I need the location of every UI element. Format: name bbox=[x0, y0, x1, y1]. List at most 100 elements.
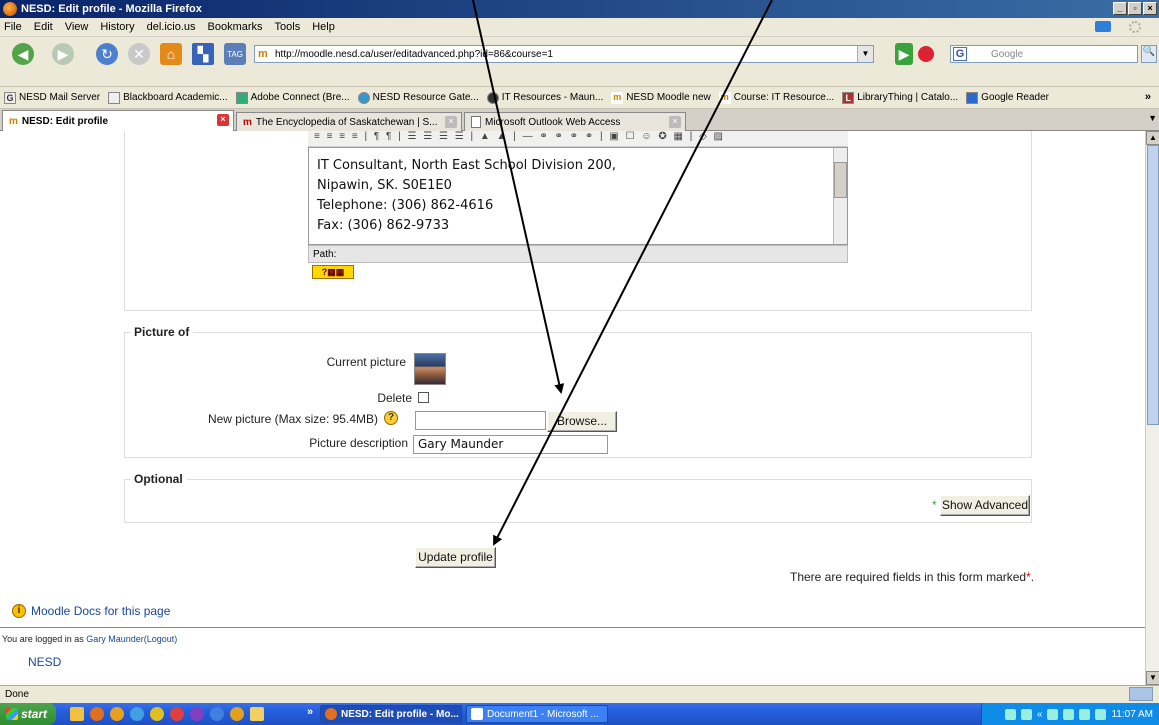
url-bar[interactable]: m http://moodle.nesd.ca/user/editadvance… bbox=[254, 45, 874, 63]
menu-history[interactable]: History bbox=[100, 21, 134, 33]
quicklaunch-app-icon[interactable] bbox=[130, 707, 144, 721]
tab-close-icon[interactable]: × bbox=[669, 116, 681, 128]
tag-icon[interactable]: TAG bbox=[224, 43, 246, 65]
quicklaunch-app-icon[interactable] bbox=[170, 707, 184, 721]
tab-edit-profile[interactable]: m NESD: Edit profile × bbox=[2, 110, 234, 131]
status-bar: Done bbox=[0, 685, 1159, 703]
scroll-thumb[interactable] bbox=[1147, 145, 1159, 425]
user-link[interactable]: Gary Maunder bbox=[86, 634, 144, 644]
bookmark-blackboard[interactable]: Blackboard Academic... bbox=[108, 91, 228, 104]
new-picture-file-input[interactable] bbox=[415, 411, 546, 430]
quicklaunch-app-icon[interactable] bbox=[210, 707, 224, 721]
quicklaunch-browser-icon[interactable] bbox=[110, 707, 124, 721]
google-icon[interactable]: G bbox=[953, 47, 967, 61]
tab-list-icon[interactable]: ▼ bbox=[1148, 113, 1157, 123]
bookmark-moodle-new[interactable]: m NESD Moodle new bbox=[611, 91, 711, 104]
taskbar-item-firefox[interactable]: NESD: Edit profile - Mo... bbox=[320, 705, 462, 723]
url-dropdown-icon[interactable]: ▼ bbox=[857, 46, 873, 62]
delete-checkbox[interactable] bbox=[418, 392, 429, 403]
editor-scroll-thumb[interactable] bbox=[834, 162, 847, 198]
stop-icon[interactable]: ✕ bbox=[128, 43, 150, 65]
minimize-button[interactable]: _ bbox=[1113, 2, 1127, 15]
search-placeholder: Google bbox=[991, 48, 1024, 60]
network-icon[interactable] bbox=[1063, 708, 1075, 720]
volume-icon[interactable] bbox=[1047, 708, 1059, 720]
maximize-button[interactable]: ▫ bbox=[1128, 2, 1142, 15]
bookmark-nesd-mail[interactable]: G NESD Mail Server bbox=[4, 91, 100, 104]
bookmark-course-it[interactable]: m Course: IT Resource... bbox=[718, 91, 834, 104]
taskbar: start » NESD: Edit profile - Mo... Docum… bbox=[0, 703, 1159, 725]
bookmarks-overflow-button[interactable]: » bbox=[1145, 91, 1151, 103]
tray-icon[interactable] bbox=[1004, 708, 1016, 720]
scroll-down-icon[interactable]: ▼ bbox=[1146, 671, 1159, 685]
quicklaunch-more-button[interactable]: » bbox=[307, 706, 313, 718]
bookmark-adobe-connect[interactable]: Adobe Connect (Bre... bbox=[235, 91, 350, 104]
quicklaunch-firefox-icon[interactable] bbox=[90, 707, 104, 721]
close-button[interactable]: × bbox=[1143, 2, 1157, 15]
clock: 11:07 AM bbox=[1111, 708, 1153, 720]
status-icon[interactable] bbox=[1129, 687, 1153, 701]
quicklaunch-app-icon[interactable] bbox=[190, 707, 204, 721]
gate-icon bbox=[357, 91, 370, 104]
description-editor[interactable]: IT Consultant, North East School Divisio… bbox=[308, 147, 848, 245]
reload-icon[interactable]: ↻ bbox=[96, 43, 118, 65]
browse-button[interactable]: Browse... bbox=[547, 411, 617, 432]
menu-bookmarks[interactable]: Bookmarks bbox=[208, 21, 263, 33]
tab-encyclopedia[interactable]: m The Encyclopedia of Saskatchewan | S..… bbox=[236, 112, 462, 131]
librarything-icon: L bbox=[842, 91, 855, 104]
show-advanced-button[interactable]: Show Advanced bbox=[940, 495, 1030, 516]
scroll-up-icon[interactable]: ▲ bbox=[1146, 131, 1159, 145]
go-icon[interactable]: ▶ bbox=[895, 43, 913, 65]
logout-link[interactable]: (Logout) bbox=[144, 634, 178, 644]
tab-bar: m NESD: Edit profile × m The Encyclopedi… bbox=[0, 109, 1159, 131]
quicklaunch-app-icon[interactable] bbox=[150, 707, 164, 721]
moodle-docs-link[interactable]: i Moodle Docs for this page bbox=[12, 604, 170, 618]
page-scrollbar[interactable]: ▲ ▼ bbox=[1145, 131, 1159, 685]
moodle-icon: m bbox=[9, 115, 18, 127]
page-icon bbox=[471, 116, 481, 128]
menu-view[interactable]: View bbox=[65, 21, 89, 33]
moodle-icon: m bbox=[611, 91, 624, 104]
tray-icon[interactable] bbox=[1020, 708, 1032, 720]
search-go-icon[interactable]: 🔍 bbox=[1141, 45, 1157, 63]
bookmark-it-resources[interactable]: IT Resources - Maun... bbox=[486, 91, 603, 104]
editor-scrollbar[interactable] bbox=[833, 148, 847, 244]
tab-close-icon[interactable]: × bbox=[445, 116, 457, 128]
bookmark-google-reader[interactable]: Google Reader bbox=[966, 91, 1049, 104]
firefox-icon bbox=[3, 2, 17, 16]
update-profile-button[interactable]: Update profile bbox=[415, 547, 496, 568]
menu-edit[interactable]: Edit bbox=[34, 21, 53, 33]
windows-flag-icon bbox=[6, 708, 18, 720]
taskbar-item-word[interactable]: Document1 - Microsoft ... bbox=[466, 705, 608, 723]
menu-delicious[interactable]: del.icio.us bbox=[147, 21, 196, 33]
home-icon[interactable]: ⌂ bbox=[160, 43, 182, 65]
editor-line: Fax: (306) 862-9733 bbox=[317, 218, 450, 233]
bookmark-resource-gate[interactable]: NESD Resource Gate... bbox=[357, 91, 479, 104]
quicklaunch-app-icon[interactable] bbox=[230, 707, 244, 721]
quicklaunch-folder-icon[interactable] bbox=[70, 707, 84, 721]
menu-tools[interactable]: Tools bbox=[275, 21, 301, 33]
moodle-favicon: m bbox=[258, 48, 268, 60]
bookmark-librarything[interactable]: L LibraryThing | Catalo... bbox=[842, 91, 958, 104]
bookmark-page-icon[interactable]: ▚ bbox=[192, 43, 214, 65]
tab-close-icon[interactable]: × bbox=[217, 114, 229, 126]
editor-toolbar[interactable]: ≡ ≡ ≡ ≡ | ¶ ¶ | ☰ ☰ ☰ ☰ | ▲ ▲ | — ⚭ ⚭ ⚭ … bbox=[308, 131, 848, 147]
forward-icon[interactable]: ▶ bbox=[52, 43, 74, 65]
search-box[interactable]: G Google bbox=[950, 45, 1138, 63]
tray-expand-button[interactable]: « bbox=[1037, 709, 1043, 720]
home-link[interactable]: NESD bbox=[28, 655, 61, 669]
screen-icon[interactable] bbox=[1095, 21, 1111, 32]
help-icon[interactable]: ? bbox=[384, 411, 398, 425]
back-icon[interactable]: ◀ bbox=[12, 43, 34, 65]
picture-description-input[interactable]: Gary Maunder bbox=[413, 435, 608, 454]
quicklaunch-folder-icon[interactable] bbox=[250, 707, 264, 721]
tray-icon[interactable] bbox=[1079, 708, 1091, 720]
menu-file[interactable]: File bbox=[4, 21, 22, 33]
menu-help[interactable]: Help bbox=[312, 21, 335, 33]
extension-icon[interactable] bbox=[918, 46, 934, 62]
help-icon[interactable]: ?▦▦ bbox=[312, 265, 354, 279]
wireless-icon[interactable] bbox=[1095, 708, 1107, 720]
start-button[interactable]: start bbox=[0, 703, 56, 725]
tab-outlook[interactable]: Microsoft Outlook Web Access × bbox=[464, 112, 686, 131]
window-title-bar[interactable]: NESD: Edit profile - Mozilla Firefox _ ▫… bbox=[0, 0, 1159, 18]
